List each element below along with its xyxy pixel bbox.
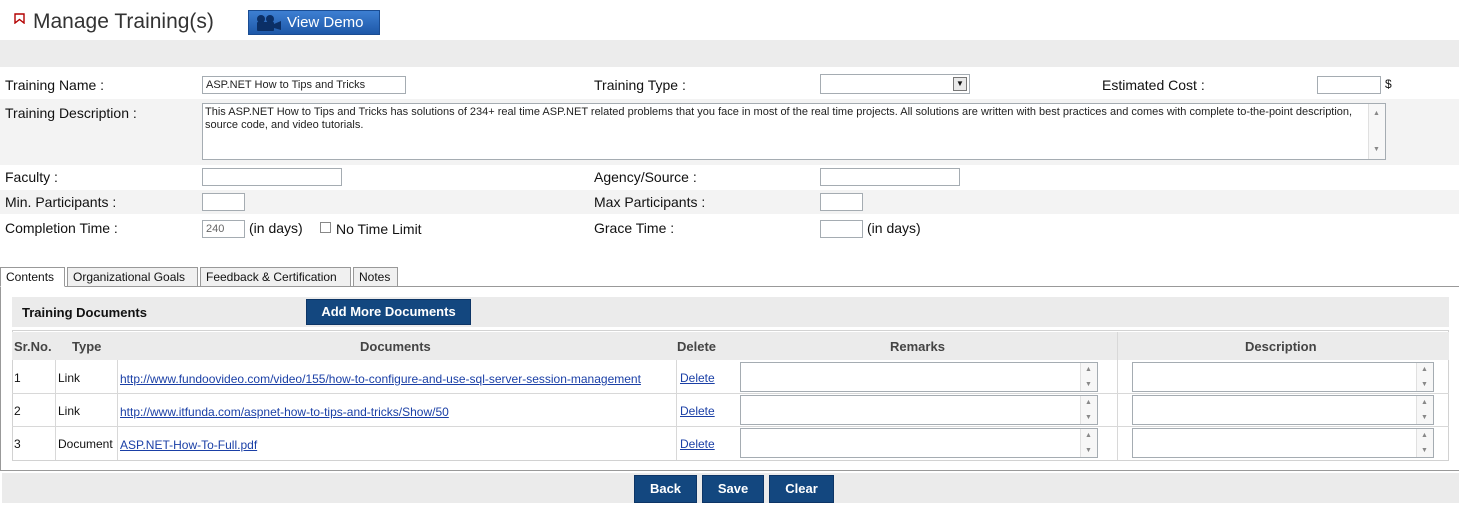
col-sr-no: Sr.No. — [14, 339, 52, 354]
completion-days-unit: (in days) — [249, 220, 303, 236]
training-name-input[interactable] — [202, 76, 406, 94]
col-documents: Documents — [360, 339, 431, 354]
documents-table-header — [12, 332, 1449, 360]
scroll-up-icon[interactable]: ▲ — [1421, 432, 1428, 439]
max-participants-label: Max Participants : — [594, 194, 706, 210]
video-camera-icon — [257, 15, 281, 31]
faculty-label: Faculty : — [5, 169, 58, 185]
training-description-text: This ASP.NET How to Tips and Tricks has … — [205, 106, 1353, 131]
completion-time-input[interactable] — [202, 220, 245, 238]
view-demo-label: View Demo — [287, 14, 364, 31]
scroll-up-icon[interactable]: ▲ — [1373, 107, 1380, 120]
clear-button[interactable]: Clear — [769, 475, 834, 503]
header-divider-band — [0, 40, 1459, 67]
training-description-textarea[interactable]: This ASP.NET How to Tips and Tricks has … — [202, 103, 1386, 160]
row-divider — [12, 426, 1449, 427]
row-1-sr: 1 — [14, 371, 21, 385]
no-time-limit-checkbox[interactable] — [320, 222, 331, 233]
scroll-up-icon[interactable]: ▲ — [1085, 366, 1092, 373]
col-delete: Delete — [677, 339, 717, 354]
completion-time-label: Completion Time : — [5, 220, 118, 236]
col-type: Type — [72, 339, 102, 354]
row-3-sr: 3 — [14, 437, 21, 451]
row-3-description-textarea[interactable]: ▲ ▼ — [1132, 428, 1434, 458]
back-button[interactable]: Back — [634, 475, 697, 503]
scroll-down-icon[interactable]: ▼ — [1421, 381, 1428, 388]
tab-organizational-goals[interactable]: Organizational Goals — [67, 267, 198, 287]
row-1-remarks-textarea[interactable]: ▲ ▼ — [740, 362, 1098, 392]
estimated-cost-input[interactable] — [1317, 76, 1381, 94]
row-2-type: Link — [58, 404, 81, 418]
remarks-scrollbar[interactable]: ▲ ▼ — [1080, 363, 1097, 391]
grace-time-label: Grace Time : — [594, 220, 675, 236]
grace-days-unit: (in days) — [867, 220, 921, 236]
row-1-type: Link — [58, 371, 81, 385]
min-participants-label: Min. Participants : — [5, 194, 117, 210]
no-time-limit-label: No Time Limit — [336, 221, 422, 237]
remarks-scrollbar[interactable]: ▲ ▼ — [1080, 396, 1097, 424]
page-title: Manage Training(s) — [33, 10, 214, 33]
faculty-input[interactable] — [202, 168, 342, 186]
scroll-down-icon[interactable]: ▼ — [1085, 447, 1092, 454]
row-2-remarks-textarea[interactable]: ▲ ▼ — [740, 395, 1098, 425]
max-participants-input[interactable] — [820, 193, 863, 211]
row-3-document-link[interactable]: ASP.NET-How-To-Full.pdf — [120, 438, 257, 452]
row-3-remarks-textarea[interactable]: ▲ ▼ — [740, 428, 1098, 458]
description-cell-scrollbar[interactable]: ▲ ▼ — [1416, 396, 1433, 424]
tab-contents[interactable]: Contents — [0, 267, 65, 287]
scroll-down-icon[interactable]: ▼ — [1421, 447, 1428, 454]
description-scrollbar[interactable]: ▲ ▼ — [1368, 104, 1385, 159]
chevron-down-icon[interactable]: ▼ — [953, 77, 967, 91]
grid-line — [676, 360, 677, 460]
scroll-up-icon[interactable]: ▲ — [1085, 432, 1092, 439]
col-description: Description — [1245, 339, 1317, 354]
scroll-down-icon[interactable]: ▼ — [1421, 414, 1428, 421]
row-2-description-textarea[interactable]: ▲ ▼ — [1132, 395, 1434, 425]
training-type-label: Training Type : — [594, 77, 686, 93]
add-more-documents-button[interactable]: Add More Documents — [306, 299, 471, 325]
description-cell-scrollbar[interactable]: ▲ ▼ — [1416, 363, 1433, 391]
row-3-type: Document — [58, 437, 113, 451]
col-remarks: Remarks — [890, 339, 945, 354]
training-description-label: Training Description : — [5, 105, 137, 121]
description-cell-scrollbar[interactable]: ▲ ▼ — [1416, 429, 1433, 457]
grace-time-input[interactable] — [820, 220, 863, 238]
scroll-up-icon[interactable]: ▲ — [1085, 399, 1092, 406]
scroll-down-icon[interactable]: ▼ — [1373, 143, 1380, 156]
currency-symbol: $ — [1385, 77, 1392, 91]
grid-line — [117, 360, 118, 460]
tab-notes[interactable]: Notes — [353, 267, 398, 287]
view-demo-button[interactable]: View Demo — [248, 10, 380, 35]
row-1-description-textarea[interactable]: ▲ ▼ — [1132, 362, 1434, 392]
grid-line — [55, 360, 56, 460]
training-documents-title: Training Documents — [22, 305, 147, 320]
bookmark-icon — [14, 13, 25, 24]
remarks-scrollbar[interactable]: ▲ ▼ — [1080, 429, 1097, 457]
agency-source-label: Agency/Source : — [594, 169, 697, 185]
row-1-document-link[interactable]: http://www.fundoovideo.com/video/155/how… — [120, 372, 641, 386]
tab-feedback-certification[interactable]: Feedback & Certification — [200, 267, 351, 287]
grid-line — [1117, 332, 1118, 460]
scroll-up-icon[interactable]: ▲ — [1421, 399, 1428, 406]
documents-header-bar — [12, 297, 1449, 327]
min-participants-input[interactable] — [202, 193, 245, 211]
scroll-down-icon[interactable]: ▼ — [1085, 381, 1092, 388]
agency-source-input[interactable] — [820, 168, 960, 186]
save-button[interactable]: Save — [702, 475, 764, 503]
row-1-delete-link[interactable]: Delete — [680, 371, 715, 385]
row-divider — [12, 393, 1449, 394]
row-3-delete-link[interactable]: Delete — [680, 437, 715, 451]
training-type-select[interactable]: ▼ — [820, 74, 970, 94]
training-name-label: Training Name : — [5, 77, 105, 93]
scroll-up-icon[interactable]: ▲ — [1421, 366, 1428, 373]
row-2-document-link[interactable]: http://www.itfunda.com/aspnet-how-to-tip… — [120, 405, 449, 419]
scroll-down-icon[interactable]: ▼ — [1085, 414, 1092, 421]
estimated-cost-label: Estimated Cost : — [1102, 77, 1205, 93]
row-2-delete-link[interactable]: Delete — [680, 404, 715, 418]
row-2-sr: 2 — [14, 404, 21, 418]
